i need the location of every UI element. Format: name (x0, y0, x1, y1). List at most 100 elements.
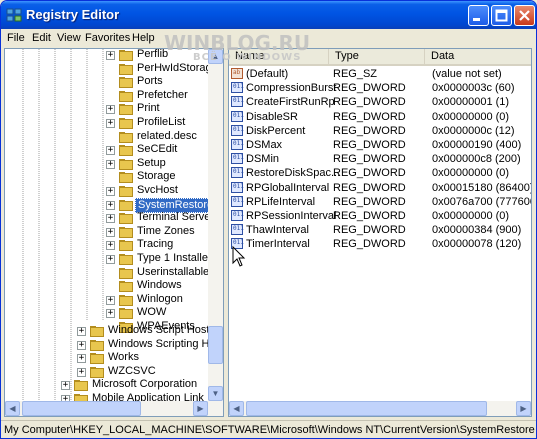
tree-item[interactable]: + Tracing (5, 238, 205, 252)
tree-item[interactable]: Prefetcher (5, 89, 205, 103)
scroll-down-button[interactable]: ▼ (208, 386, 223, 401)
menu-favorites[interactable]: Favorites (85, 32, 130, 44)
expand-toggle-icon[interactable]: + (77, 340, 86, 350)
tree-item[interactable]: + Time Zones (5, 225, 205, 239)
minimize-icon (473, 18, 480, 21)
registry-value-row[interactable]: 011 DiskPercent REG_DWORD 0x0000000c (12) (229, 124, 529, 138)
menu-edit[interactable]: Edit (32, 32, 51, 44)
tree-item[interactable]: + Terminal Server (5, 211, 214, 225)
expand-toggle-icon[interactable]: + (77, 367, 86, 377)
folder-icon (74, 380, 88, 391)
title-bar[interactable]: Registry Editor (1, 1, 536, 29)
column-data[interactable]: Data (425, 49, 531, 64)
tree-item-label: SeCEdit (137, 143, 178, 156)
registry-value-row[interactable]: 011 DSMin REG_DWORD 0x000000c8 (200) (229, 152, 529, 166)
expand-toggle-icon[interactable]: + (106, 200, 115, 210)
tree-item-label: WOW (137, 306, 167, 319)
registry-editor-window: Registry Editor File Edit View Favorites… (0, 0, 537, 439)
tree-item-label: Setup (137, 156, 166, 169)
value-data: 0x00015180 (86400) (432, 181, 532, 194)
h-scroll-thumb[interactable] (22, 401, 141, 416)
tree-item[interactable]: + Print (5, 102, 205, 116)
expand-toggle-icon[interactable]: + (106, 51, 115, 60)
list-scroll-left-button[interactable]: ◀ (229, 401, 244, 416)
tree-item[interactable]: Storage (5, 170, 205, 184)
tree-item[interactable]: + Winlogon (5, 292, 205, 307)
tree-item[interactable]: + Setup (5, 156, 205, 171)
tree-horizontal-scrollbar[interactable]: ◀ ▶ (5, 401, 223, 416)
expand-toggle-icon[interactable]: + (106, 227, 115, 237)
value-data: 0x0000003c (60) (432, 82, 515, 95)
expand-toggle-icon[interactable]: + (106, 105, 115, 115)
expand-toggle-icon[interactable]: + (106, 214, 115, 224)
expand-toggle-icon[interactable]: + (61, 381, 70, 390)
value-name: TimerInterval (246, 238, 310, 251)
tree-item[interactable]: related.desc (5, 130, 205, 144)
tree-item[interactable]: + Type 1 Installer (5, 252, 212, 266)
value-name: DSMax (246, 139, 283, 151)
folder-icon (119, 226, 133, 238)
binary-value-icon: 011 (231, 139, 244, 150)
binary-value-icon: 011 (231, 82, 244, 94)
list-h-scroll-thumb[interactable] (246, 401, 487, 416)
expand-toggle-icon[interactable]: + (106, 146, 115, 156)
registry-value-row[interactable]: 011 TimerInterval REG_DWORD 0x00000078 (120… (229, 237, 529, 251)
registry-value-row[interactable]: 011 ThawInterval REG_DWORD 0x00000384 (900) (229, 223, 529, 237)
menu-view[interactable]: View (57, 32, 81, 44)
folder-icon (119, 50, 133, 61)
registry-value-row[interactable]: ab (Default) REG_SZ (value not set) (229, 67, 529, 81)
watermark-tagline: ВСЁ О WINDOWS (193, 52, 302, 63)
expand-toggle-icon[interactable]: + (77, 327, 86, 336)
column-type[interactable]: Type (329, 49, 425, 64)
expand-toggle-icon[interactable]: + (106, 159, 115, 169)
value-name: RPGlobalInterval (246, 181, 330, 194)
folder-icon (90, 353, 104, 365)
registry-value-row[interactable]: 011 CreateFirstRunRp REG_DWORD 0x00000001 (… (229, 95, 529, 109)
tree-item[interactable]: Userinstallable.dri (5, 266, 223, 280)
expand-toggle-icon[interactable]: + (106, 309, 115, 319)
tree-vertical-scrollbar[interactable]: ▲ ▼ (208, 49, 223, 401)
folder-icon (119, 213, 133, 225)
tree-item[interactable]: + SystemRestore (5, 197, 217, 213)
tree-item-label: Ports (137, 75, 163, 88)
key-tree-pane[interactable]: + Perflib PerHwIdStorage Ports Prefetcher + Pr… (4, 48, 224, 417)
tree-item[interactable]: + Windows Scripting Host (5, 338, 223, 352)
expand-toggle-icon[interactable]: + (106, 119, 115, 128)
expand-toggle-icon[interactable]: + (106, 255, 115, 264)
tree-item[interactable]: + Works (5, 351, 205, 365)
registry-value-row[interactable]: 011 DisableSR REG_DWORD 0x00000000 (0) (229, 110, 529, 124)
tree-item[interactable]: + WOW (5, 306, 205, 320)
tree-item[interactable]: Ports (5, 75, 205, 89)
registry-value-row[interactable]: 011 RestoreDiskSpac... REG_DWORD 0x00000000… (229, 166, 529, 180)
expand-toggle-icon[interactable]: + (106, 295, 115, 305)
registry-value-row[interactable]: 011 RPLifeInterval REG_DWORD 0x0076a700 (77… (229, 195, 531, 209)
tree-item[interactable]: Windows (5, 279, 205, 293)
values-list-pane[interactable]: Name Type Data ab (Default) REG_SZ (value n… (228, 48, 532, 417)
maximize-button[interactable] (491, 5, 512, 26)
scroll-right-button[interactable]: ▶ (193, 401, 208, 416)
list-scroll-right-button[interactable]: ▶ (516, 401, 531, 416)
expand-toggle-icon[interactable]: + (77, 354, 86, 364)
scroll-thumb[interactable] (208, 326, 223, 364)
tree-item[interactable]: + Microsoft Corporation (5, 378, 205, 392)
folder-icon (119, 281, 133, 293)
close-button[interactable] (514, 5, 535, 26)
registry-value-row[interactable]: 011 RPGlobalInterval REG_DWORD 0x00015180 (… (229, 181, 532, 195)
tree-item[interactable]: + SeCEdit (5, 143, 205, 157)
menu-help[interactable]: Help (132, 32, 155, 44)
registry-value-row[interactable]: 011 RPSessionInterval REG_DWORD 0x00000000 … (229, 209, 529, 223)
tree-item-label: Winlogon (137, 292, 183, 305)
registry-value-row[interactable]: 011 CompressionBurst REG_DWORD 0x0000003c (… (229, 81, 529, 95)
tree-item[interactable]: PerHwIdStorage (5, 62, 218, 76)
expand-toggle-icon[interactable]: + (106, 187, 115, 196)
tree-item[interactable]: + SvcHost (5, 184, 205, 198)
expand-toggle-icon[interactable]: + (106, 241, 115, 251)
scroll-left-button[interactable]: ◀ (5, 401, 20, 416)
registry-value-row[interactable]: 011 DSMax REG_DWORD 0x00000190 (400) (229, 138, 529, 152)
menu-file[interactable]: File (7, 32, 25, 44)
minimize-button[interactable] (468, 5, 489, 26)
tree-item[interactable]: + Windows Script Host (5, 324, 209, 338)
tree-item[interactable]: + WZCSVC (5, 365, 205, 379)
list-horizontal-scrollbar[interactable]: ◀ ▶ (229, 401, 531, 416)
tree-item[interactable]: + ProfileList (5, 116, 205, 130)
